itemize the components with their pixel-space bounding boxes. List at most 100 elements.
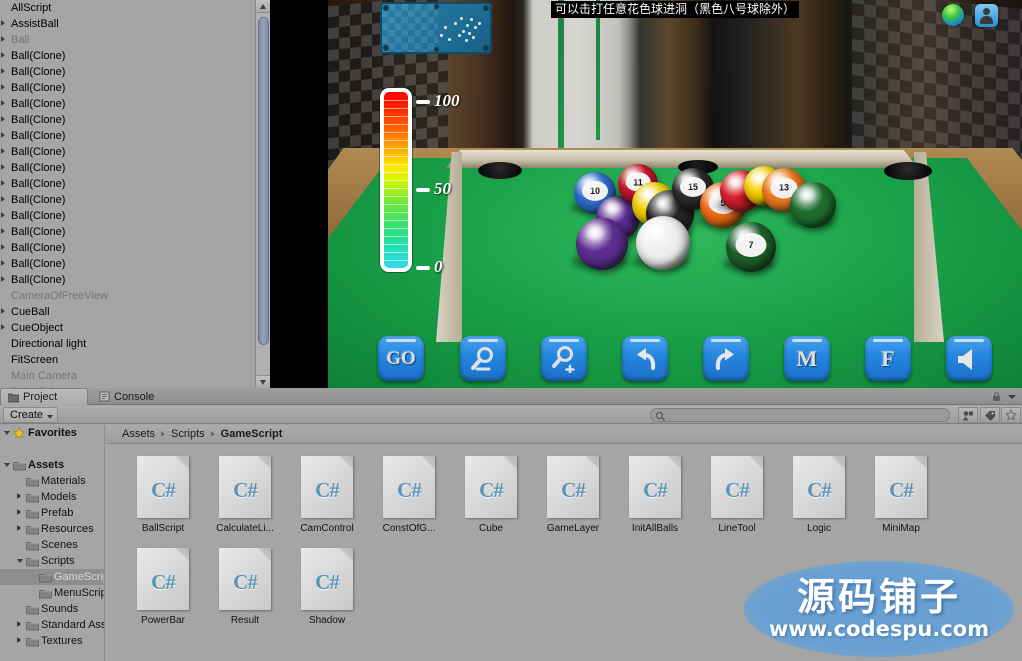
expand-arrow-icon[interactable]	[1, 164, 5, 170]
go-button[interactable]: GO	[378, 336, 424, 381]
hierarchy-item[interactable]: Ball(Clone)	[0, 176, 256, 192]
expand-arrow-icon[interactable]	[17, 621, 21, 627]
collapse-arrow-icon[interactable]	[4, 463, 10, 467]
sound-button[interactable]	[946, 336, 992, 381]
asset-item[interactable]: C# CamControl	[286, 456, 368, 548]
hierarchy-item[interactable]: CueBall	[0, 304, 256, 320]
hierarchy-item[interactable]: Ball(Clone)	[0, 160, 256, 176]
hierarchy-scrollbar[interactable]	[255, 0, 271, 388]
hierarchy-item[interactable]: Ball(Clone)	[0, 208, 256, 224]
asset-item[interactable]: C# CalculateLi...	[204, 456, 286, 548]
scrollbar-thumb[interactable]	[258, 17, 269, 345]
create-button[interactable]: Create	[3, 407, 59, 423]
billiard-ball[interactable]: 7	[726, 222, 776, 272]
expand-arrow-icon[interactable]	[17, 493, 21, 499]
expand-arrow-icon[interactable]	[1, 324, 5, 330]
collapse-arrow-icon[interactable]	[4, 431, 10, 435]
expand-arrow-icon[interactable]	[1, 244, 5, 250]
expand-arrow-icon[interactable]	[1, 116, 5, 122]
tree-item-sounds[interactable]: Sounds	[0, 601, 104, 617]
asset-item[interactable]: C# MiniMap	[860, 456, 942, 548]
asset-item[interactable]: C# Result	[204, 548, 286, 640]
hierarchy-item[interactable]: Ball(Clone)	[0, 64, 256, 80]
tab-project[interactable]: Project	[0, 388, 88, 405]
profile-icon[interactable]	[975, 4, 998, 27]
expand-arrow-icon[interactable]	[1, 228, 5, 234]
hierarchy-item[interactable]: Ball(Clone)	[0, 144, 256, 160]
hierarchy-item[interactable]: Ball(Clone)	[0, 112, 256, 128]
tree-item-models[interactable]: Models	[0, 489, 104, 505]
billiard-ball[interactable]	[790, 182, 836, 228]
power-bar-widget[interactable]: 100 50 0	[380, 88, 480, 284]
breadcrumb-item[interactable]: Assets	[122, 428, 155, 440]
tree-item-resources[interactable]: Resources	[0, 521, 104, 537]
asset-item[interactable]: C# ConstOfG...	[368, 456, 450, 548]
expand-arrow-icon[interactable]	[17, 525, 21, 531]
hierarchy-item[interactable]: FitScreen	[0, 352, 256, 368]
hierarchy-item[interactable]: Ball(Clone)	[0, 48, 256, 64]
hierarchy-item[interactable]: AllScript	[0, 0, 256, 16]
hierarchy-item[interactable]: Ball(Clone)	[0, 240, 256, 256]
menu-button[interactable]: M	[784, 336, 830, 381]
hierarchy-item[interactable]: Directional light	[0, 336, 256, 352]
minimap[interactable]	[380, 2, 492, 54]
tab-console[interactable]: Console	[92, 388, 170, 405]
hierarchy-item[interactable]: AssistBall	[0, 16, 256, 32]
expand-arrow-icon[interactable]	[1, 36, 5, 42]
redo-button[interactable]	[703, 336, 749, 381]
power-bar-gauge[interactable]	[380, 88, 412, 272]
globe-icon[interactable]	[942, 4, 964, 26]
panel-menu-icon[interactable]	[1008, 395, 1016, 399]
hierarchy-item[interactable]: CameraOfFreeView	[0, 288, 256, 304]
expand-arrow-icon[interactable]	[17, 509, 21, 515]
free-view-button[interactable]: F	[865, 336, 911, 381]
billiard-ball[interactable]	[636, 216, 690, 270]
expand-arrow-icon[interactable]	[1, 20, 5, 26]
asset-item[interactable]: C# PowerBar	[122, 548, 204, 640]
filter-by-label-button[interactable]	[980, 407, 1000, 423]
zoom-out-button[interactable]	[460, 336, 506, 381]
tree-item-gamescript[interactable]: GameScript	[0, 569, 104, 585]
asset-item[interactable]: C# Cube	[450, 456, 532, 548]
breadcrumb-item[interactable]: GameScript	[221, 428, 283, 440]
expand-arrow-icon[interactable]	[1, 100, 5, 106]
tree-item-textures[interactable]: Textures	[0, 633, 104, 649]
billiard-ball[interactable]	[576, 218, 628, 270]
expand-arrow-icon[interactable]	[1, 260, 5, 266]
expand-arrow-icon[interactable]	[17, 637, 21, 643]
tree-item-materials[interactable]: Materials	[0, 473, 104, 489]
expand-arrow-icon[interactable]	[1, 84, 5, 90]
breadcrumb-item[interactable]: Scripts	[171, 428, 205, 440]
expand-arrow-icon[interactable]	[1, 52, 5, 58]
asset-item[interactable]: C# BallScript	[122, 456, 204, 548]
asset-item[interactable]: C# Logic	[778, 456, 860, 548]
hierarchy-item[interactable]: Ball(Clone)	[0, 96, 256, 112]
undo-button[interactable]	[622, 336, 668, 381]
search-input[interactable]	[667, 409, 921, 421]
hierarchy-item[interactable]: Main Camera	[0, 368, 256, 384]
favorites-star-button[interactable]	[1001, 407, 1021, 423]
hierarchy-item[interactable]: Ball(Clone)	[0, 80, 256, 96]
expand-arrow-icon[interactable]	[1, 212, 5, 218]
asset-item[interactable]: C# Shadow	[286, 548, 368, 640]
hierarchy-item[interactable]: Ball(Clone)	[0, 128, 256, 144]
game-canvas[interactable]: 1011155137 可以击打任意花色球进洞（黑色八号球除外）	[328, 0, 1022, 388]
filter-by-type-button[interactable]	[958, 407, 978, 423]
expand-arrow-icon[interactable]	[1, 132, 5, 138]
expand-arrow-icon[interactable]	[1, 276, 5, 282]
tree-item-scripts[interactable]: Scripts	[0, 553, 104, 569]
tree-item-assets[interactable]: Assets	[0, 457, 104, 473]
hierarchy-item[interactable]: Ball(Clone)	[0, 272, 256, 288]
tree-item-favorites[interactable]: Favorites	[0, 425, 104, 441]
tree-item-standard-assets[interactable]: Standard Assets	[0, 617, 104, 633]
search-input-wrapper[interactable]	[650, 408, 950, 422]
game-view-panel[interactable]: 1011155137 可以击打任意花色球进洞（黑色八号球除外）	[280, 0, 1022, 388]
tree-item-menuscript[interactable]: MenuScript	[0, 585, 104, 601]
collapse-arrow-icon[interactable]	[17, 559, 23, 563]
hierarchy-item[interactable]: Ball(Clone)	[0, 256, 256, 272]
asset-item[interactable]: C# GameLayer	[532, 456, 614, 548]
expand-arrow-icon[interactable]	[1, 68, 5, 74]
scroll-down-button[interactable]	[256, 375, 271, 388]
scroll-up-button[interactable]	[256, 0, 271, 13]
tree-item-scenes[interactable]: Scenes	[0, 537, 104, 553]
